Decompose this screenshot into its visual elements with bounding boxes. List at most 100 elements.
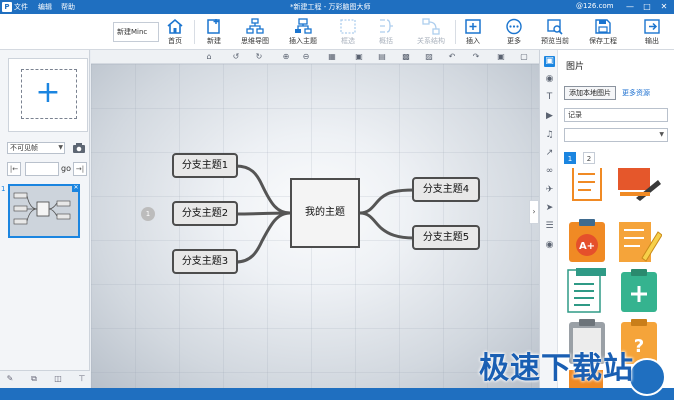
view-tab-icon[interactable]: ◉ — [544, 240, 555, 251]
branch-topic-3[interactable]: 分支主题3 — [172, 249, 238, 274]
video-tab-icon[interactable]: ▶ — [544, 111, 555, 122]
select-box-icon — [340, 19, 356, 34]
export-button[interactable]: 输出 — [640, 16, 664, 48]
insert-topic-button[interactable]: 插入主题 — [284, 16, 322, 48]
close-icon[interactable]: ✕ — [658, 1, 670, 13]
undo-icon[interactable]: ↶ — [447, 52, 457, 62]
frame-view-icon[interactable]: ▢ — [519, 52, 529, 62]
more-button[interactable]: 更多 — [502, 16, 526, 48]
duplicate-frame-icon[interactable]: ◫ — [52, 374, 64, 386]
visibility-select[interactable]: 不可见帧 ▼ — [7, 142, 65, 154]
more-resources-link[interactable]: 更多资源 — [622, 88, 650, 98]
note-pen-image[interactable] — [616, 168, 662, 214]
rotate-right-icon[interactable]: ↻ — [254, 52, 264, 62]
fit-screen-icon[interactable]: ▦ — [327, 52, 337, 62]
file-tab[interactable]: 新建Minc — [113, 22, 159, 42]
canvas-toolbar: ⌂ ↺ ↻ ⊕ ⊖ ▦ ▣ ▤ ▩ ▨ ↶ ↷ ▣ ▢ — [91, 50, 539, 64]
align-icon[interactable]: ▤ — [377, 52, 387, 62]
account-name[interactable]: @126.com — [576, 2, 614, 10]
toolbar-separator — [455, 20, 456, 44]
shape-tab-icon[interactable]: ◉ — [544, 74, 555, 85]
image-tab-icon[interactable]: ▣ — [544, 56, 555, 67]
menu-file[interactable]: 文件 — [14, 2, 28, 12]
menu-help[interactable]: 帮助 — [61, 2, 75, 12]
save-project-button[interactable]: 保存工程 — [584, 16, 622, 48]
select-box-button-label: 框选 — [341, 37, 355, 45]
insert-button[interactable]: 插入 — [460, 16, 486, 48]
frame-pager: |← go →| — [7, 162, 87, 176]
go-button[interactable]: go — [61, 164, 71, 173]
layers-tab-icon[interactable]: ☰ — [544, 221, 555, 232]
frame-number-input[interactable] — [25, 162, 59, 176]
svg-text:A+: A+ — [579, 241, 595, 252]
central-topic[interactable]: 我的主题 — [290, 178, 360, 248]
new-file-icon — [207, 19, 220, 34]
music-tab-icon[interactable]: ♫ — [544, 130, 555, 141]
lock-icon[interactable]: ▣ — [354, 52, 364, 62]
menu-edit[interactable]: 编辑 — [38, 2, 52, 12]
relation-button[interactable]: 关系结构 — [412, 16, 450, 48]
layer-up-icon[interactable]: ▩ — [401, 52, 411, 62]
mindmap-canvas[interactable]: 分支主题1 分支主题2 分支主题3 我的主题 分支主题4 分支主题5 1 — [91, 64, 539, 388]
category-select[interactable]: ▼ — [564, 128, 668, 142]
image-resource-panel: 图片 添加本地图片 更多资源 记录 ▼ 1 2 A+ ? — [558, 50, 674, 388]
window-title: *新建工程 - 万彩脑图大师 — [290, 3, 371, 11]
canvas-area: ⌂ ↺ ↻ ⊕ ⊖ ▦ ▣ ▤ ▩ ▨ ↶ ↷ ▣ ▢ 分支主题1 分支主题2 … — [91, 50, 539, 388]
summary-icon — [380, 19, 393, 33]
delete-frame-icon[interactable]: ✕ — [72, 184, 80, 192]
collapse-panel-button[interactable]: › — [529, 200, 539, 224]
select-box-button[interactable]: 框选 — [336, 16, 360, 48]
maximize-icon[interactable]: □ — [641, 1, 653, 13]
last-frame-icon[interactable]: →| — [73, 162, 87, 176]
rotate-left-icon[interactable]: ↺ — [231, 52, 241, 62]
preview-button[interactable]: 预览当前 — [536, 16, 574, 48]
document-list-image[interactable] — [564, 268, 610, 314]
add-frame-button[interactable]: + — [8, 58, 88, 132]
link-tab-icon[interactable]: ∞ — [544, 166, 555, 177]
branch-topic-4[interactable]: 分支主题4 — [412, 177, 480, 202]
edit-frame-icon[interactable]: ✎ — [4, 374, 16, 386]
branch-topic-5[interactable]: 分支主题5 — [412, 225, 480, 250]
frame-marker[interactable]: 1 — [141, 207, 155, 221]
new-button[interactable]: 新建 — [200, 16, 228, 48]
mindmap-button-label: 思维导图 — [241, 37, 269, 45]
mindmap-button[interactable]: 思维导图 — [238, 16, 272, 48]
image-search-input[interactable]: 记录 — [564, 108, 668, 122]
camera-icon[interactable] — [72, 142, 86, 154]
zoom-out-icon[interactable]: ⊖ — [301, 52, 311, 62]
copy-frame-icon[interactable]: ⧉ — [28, 374, 40, 386]
mindmap-icon — [246, 18, 264, 34]
zoom-in-icon[interactable]: ⊕ — [281, 52, 291, 62]
home-icon — [167, 18, 183, 34]
add-local-image-button[interactable]: 添加本地图片 — [564, 86, 616, 100]
home-button[interactable]: 首页 — [160, 16, 190, 48]
text-frame-icon[interactable]: ⊤ — [76, 374, 88, 386]
branch-topic-1[interactable]: 分支主题1 — [172, 153, 238, 178]
pencil-notes-image[interactable] — [616, 218, 662, 264]
insert-button-label: 插入 — [466, 37, 480, 45]
app-logo-icon: P — [2, 2, 12, 12]
layer-down-icon[interactable]: ▨ — [424, 52, 434, 62]
page-1-button[interactable]: 1 — [564, 152, 576, 164]
summary-button[interactable]: 概括 — [374, 16, 398, 48]
compass-tab-icon[interactable]: ➤ — [544, 203, 555, 214]
checklist-image[interactable] — [564, 168, 610, 214]
add-clipboard-image[interactable] — [616, 268, 662, 314]
frames-panel: + 不可见帧 ▼ |← go →| 1 ✕ ✎ ⧉ ◫ ⊤ — [0, 50, 90, 388]
animation-tab-icon[interactable]: ✈ — [544, 185, 555, 196]
title-bar: P 文件 编辑 帮助 *新建工程 - 万彩脑图大师 @126.com — □ ✕ — [0, 0, 674, 14]
branch-topic-2[interactable]: 分支主题2 — [172, 201, 238, 226]
insert-topic-icon — [295, 18, 312, 34]
minimize-icon[interactable]: — — [624, 1, 636, 13]
first-frame-icon[interactable]: |← — [7, 162, 21, 176]
more-button-label: 更多 — [507, 37, 521, 45]
camera-view-icon[interactable]: ▣ — [496, 52, 506, 62]
home-view-icon[interactable]: ⌂ — [204, 52, 214, 62]
grade-clipboard-image[interactable]: A+ — [564, 218, 610, 264]
redo-icon[interactable]: ↷ — [471, 52, 481, 62]
export-button-label: 输出 — [645, 37, 659, 45]
page-2-button[interactable]: 2 — [583, 152, 595, 164]
text-tab-icon[interactable]: T — [544, 92, 555, 103]
frame-thumbnail[interactable]: 1 ✕ — [1, 184, 80, 238]
chart-tab-icon[interactable]: ↗ — [544, 148, 555, 159]
